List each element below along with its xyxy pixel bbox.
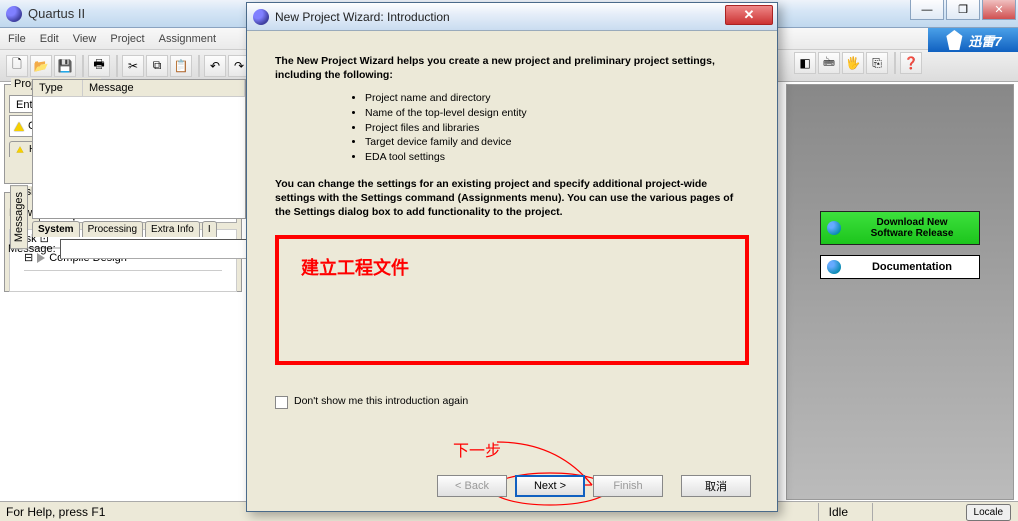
col-message: Message — [83, 80, 245, 96]
dialog-titlebar: New Project Wizard: Introduction ✕ — [247, 3, 777, 31]
col-type: Type — [33, 80, 83, 96]
messages-vertical-label: Messages — [10, 185, 28, 249]
annotation-next: 下一步 — [453, 437, 501, 461]
dont-show-checkbox[interactable] — [275, 396, 288, 409]
window-maximize-button[interactable]: ❐ — [946, 0, 980, 20]
print-icon[interactable]: 🖶 — [88, 55, 110, 77]
new-project-wizard-dialog: New Project Wizard: Introduction ✕ The N… — [246, 2, 778, 512]
annotation-redbox: 建立工程文件 — [275, 235, 749, 365]
dialog-title: New Project Wizard: Introduction — [275, 10, 450, 24]
annotation-text-1: 建立工程文件 — [301, 257, 723, 280]
start-panel: Download New Software Release Documentat… — [786, 84, 1014, 500]
tool-a-icon[interactable]: ◧ — [794, 52, 816, 74]
msgtab-extra[interactable]: Extra Info — [145, 221, 200, 237]
tool-b-icon[interactable]: 🖮 — [818, 52, 840, 74]
status-idle: Idle — [818, 503, 858, 521]
menu-edit[interactable]: Edit — [40, 33, 59, 45]
globe-icon — [827, 221, 841, 235]
menu-view[interactable]: View — [73, 33, 97, 45]
status-help: For Help, press F1 — [6, 505, 105, 519]
paste-icon[interactable]: 📋 — [170, 55, 192, 77]
cut-icon[interactable]: ✂ — [122, 55, 144, 77]
window-minimize-button[interactable]: — — [910, 0, 944, 20]
finish-button: Finish — [593, 475, 663, 497]
dont-show-label: Don't show me this introduction again — [294, 395, 468, 409]
app-icon — [6, 6, 22, 22]
msgtab-system[interactable]: System — [32, 221, 80, 237]
download-release-button[interactable]: Download New Software Release — [820, 211, 980, 245]
tool-d-icon[interactable]: ⎘ — [866, 52, 888, 74]
window-close-button[interactable]: ✕ — [982, 0, 1016, 20]
tool-hand-icon[interactable]: 🖐 — [842, 52, 864, 74]
messages-table[interactable]: Type Message — [32, 79, 246, 219]
xunlei-badge[interactable]: 迅雷7 — [928, 28, 1018, 52]
menu-file[interactable]: File — [8, 33, 26, 45]
copy-icon[interactable]: ⧉ — [146, 55, 168, 77]
dialog-bullet-list: Project name and directory Name of the t… — [305, 92, 749, 164]
app-title: Quartus II — [28, 6, 85, 21]
cancel-button[interactable]: 取消 — [681, 475, 751, 497]
open-icon[interactable]: 📂 — [30, 55, 52, 77]
globe-icon — [827, 260, 841, 274]
help-icon[interactable]: ❓ — [900, 52, 922, 74]
dialog-para2: You can change the settings for an exist… — [275, 178, 749, 219]
undo-icon[interactable]: ↶ — [204, 55, 226, 77]
messages-area: Messages Type Message System Processing … — [8, 79, 246, 293]
menu-project[interactable]: Project — [110, 33, 144, 45]
new-file-icon[interactable]: 🗋 — [6, 55, 28, 77]
menu-assignments[interactable]: Assignment — [159, 33, 216, 45]
next-button[interactable]: Next > — [515, 475, 585, 497]
dialog-intro: The New Project Wizard helps you create … — [275, 55, 749, 82]
locale-button[interactable]: Locale — [966, 504, 1011, 521]
save-icon[interactable]: 💾 — [54, 55, 76, 77]
msgtab-processing[interactable]: Processing — [82, 221, 143, 237]
documentation-button[interactable]: Documentation — [820, 255, 980, 279]
main-window: Quartus II — ❐ ✕ 迅雷7 File Edit View Proj… — [0, 0, 1018, 521]
app-icon — [253, 9, 269, 25]
status-locale: Locale — [872, 503, 1012, 521]
message-input[interactable] — [60, 239, 247, 259]
msgtab-info[interactable]: I — [202, 221, 217, 237]
back-button: < Back — [437, 475, 507, 497]
dialog-close-button[interactable]: ✕ — [725, 5, 773, 25]
